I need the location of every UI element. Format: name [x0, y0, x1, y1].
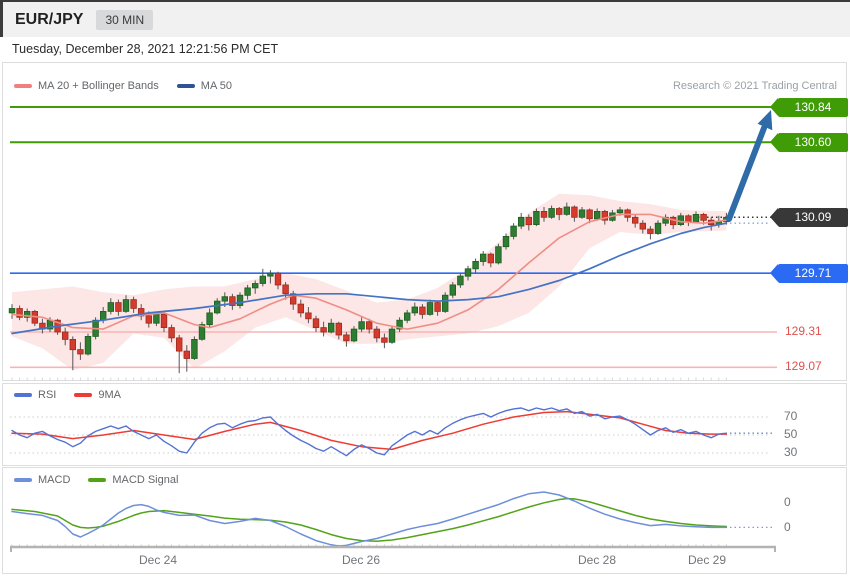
rsi-9ma-swatch-icon [74, 393, 93, 397]
rsi-level-label-70: 70 [784, 409, 798, 423]
xaxis-label-dec-29: Dec 29 [687, 553, 727, 567]
price-panel [2, 62, 847, 381]
macd-swatch-icon [14, 478, 32, 482]
price-tag-129.71: 129.71 [770, 263, 848, 283]
chart-header: EUR/JPY 30 MIN [0, 0, 850, 37]
timeframe-badge: 30 MIN [96, 9, 154, 30]
rsi-swatch-icon [14, 393, 32, 397]
rsi-9ma-legend-label: 9MA [98, 389, 121, 401]
macd-legend-label: MACD [38, 474, 71, 486]
ma50-swatch-icon [176, 84, 195, 88]
ma20-bollinger-legend-label: MA 20 + Bollinger Bands [38, 80, 159, 92]
rsi-level-label-50: 50 [784, 427, 798, 441]
xaxis-label-dec-24: Dec 24 [138, 553, 178, 567]
rsi-panel [2, 383, 847, 466]
price-text-129.07: 129.07 [785, 359, 822, 374]
trading-central-chart-page: EUR/JPY 30 MIN Tuesday, December 28, 202… [0, 0, 850, 576]
rsi-panel-legend: RSI 9MA [14, 389, 121, 401]
chart-timestamp: Tuesday, December 28, 2021 12:21:56 PM C… [12, 42, 279, 56]
rsi-level-label-30: 30 [784, 445, 798, 459]
macd-panel-legend: MACD MACD Signal [14, 474, 178, 486]
price-text-129.31: 129.31 [785, 324, 822, 338]
macd-zero-label-1: 0 [784, 520, 791, 534]
rsi-legend-label: RSI [38, 389, 57, 401]
macd-signal-swatch-icon [88, 478, 107, 482]
macd-signal-legend-label: MACD Signal [112, 474, 179, 486]
price-panel-legend: MA 20 + Bollinger Bands MA 50 [14, 80, 232, 92]
ma50-legend-label: MA 50 [200, 80, 232, 92]
xaxis-label-dec-26: Dec 26 [341, 553, 381, 567]
price-tag-130.09: 130.09 [770, 207, 848, 227]
price-tag-130.60: 130.60 [770, 132, 848, 152]
research-watermark: Research © 2021 Trading Central [672, 80, 837, 92]
price-tag-130.84: 130.84 [770, 97, 848, 117]
macd-zero-label-0: 0 [784, 495, 791, 509]
ma20-bollinger-swatch-icon [14, 84, 32, 88]
symbol-title: EUR/JPY [15, 10, 84, 28]
xaxis-label-dec-28: Dec 28 [577, 553, 617, 567]
